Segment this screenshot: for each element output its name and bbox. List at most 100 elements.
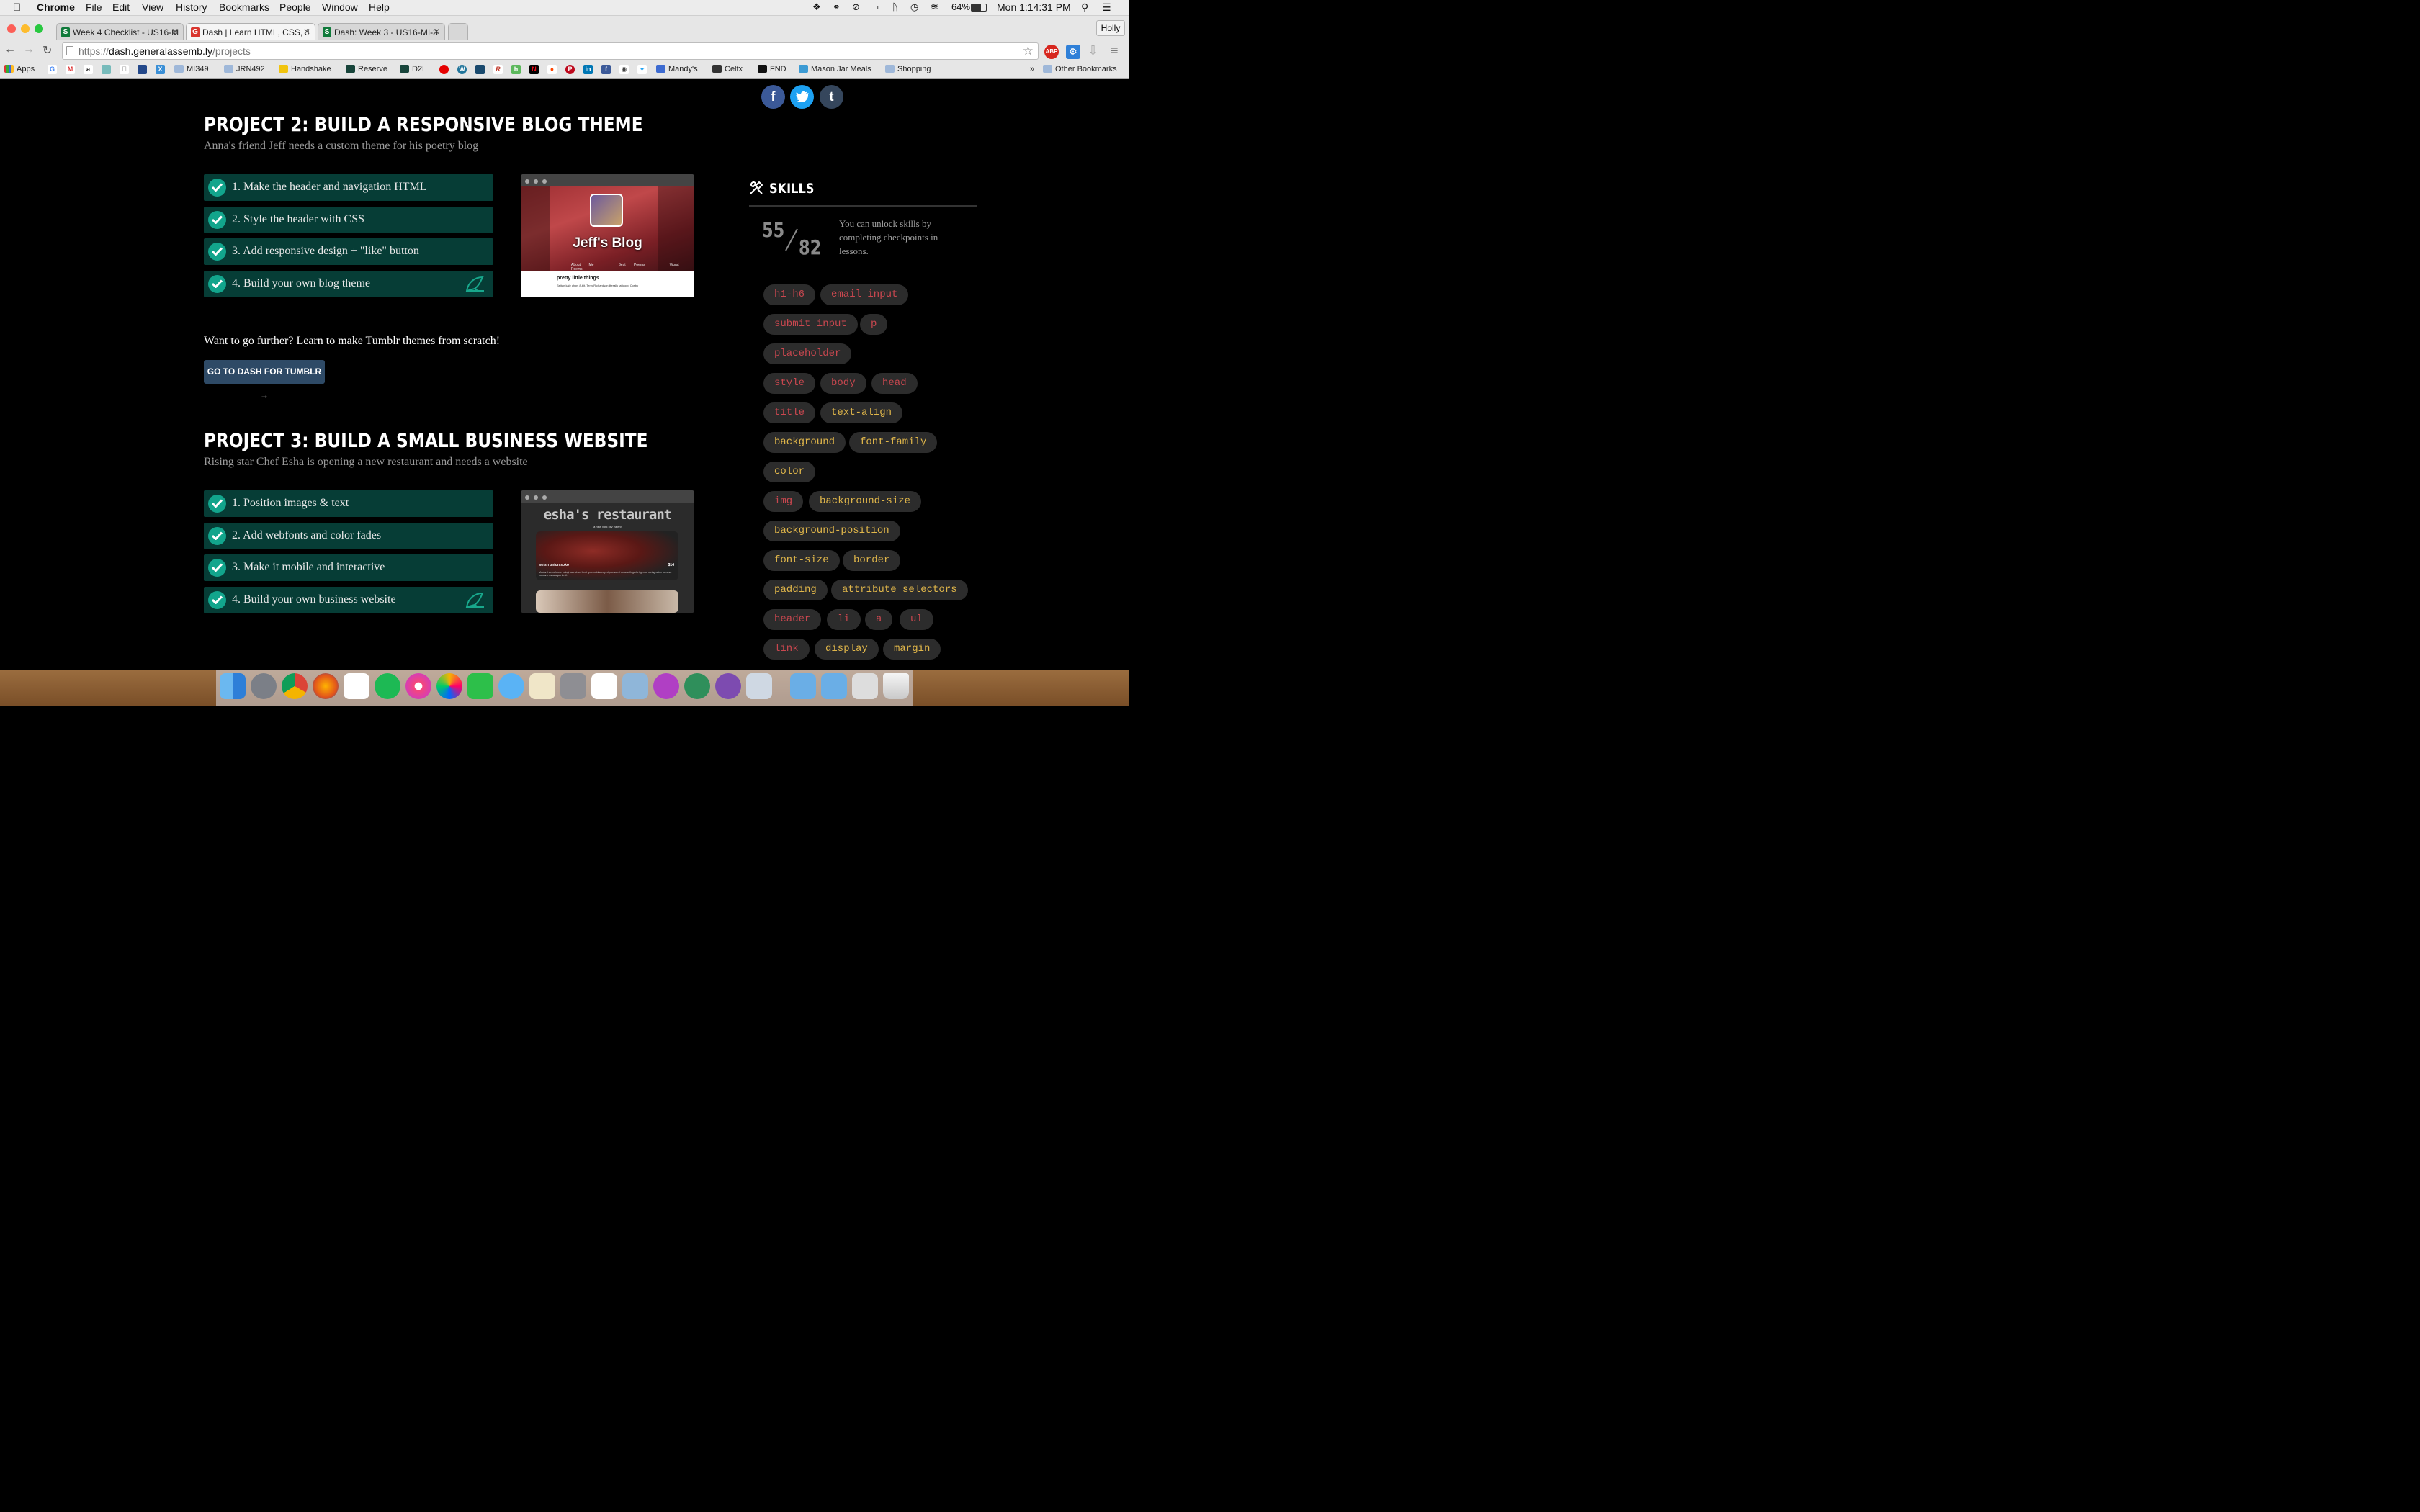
battery-icon[interactable] (971, 4, 987, 12)
wordpress-icon[interactable]: W (457, 65, 467, 74)
skill-tag[interactable]: display (815, 639, 879, 660)
skill-tag[interactable]: placeholder (763, 343, 852, 364)
bookmark-mason-jar-meals[interactable]: Mason Jar Meals (799, 65, 871, 73)
bookmark-mandys[interactable]: Mandy's (656, 65, 698, 73)
bookmark-reserve[interactable]: Reserve (346, 65, 387, 73)
skill-tag[interactable]: background (763, 432, 846, 453)
close-tab-icon[interactable]: ✕ (303, 27, 310, 37)
system-preferences-icon[interactable] (560, 673, 586, 699)
reload-icon[interactable]: ↻ (42, 43, 52, 58)
bookmarks-overflow-icon[interactable]: » (1030, 65, 1034, 73)
project3-task-1[interactable]: 1. Position images & text (204, 490, 493, 517)
time-machine-icon[interactable]: ◷ (910, 1, 918, 13)
skill-tag[interactable]: style (763, 373, 816, 394)
address-bar[interactable]: https://dash.generalassemb.ly/projects ☆ (62, 42, 1039, 60)
menu-edit[interactable]: Edit (112, 1, 130, 13)
new-tab-button[interactable] (448, 23, 468, 40)
skill-tag[interactable]: link (763, 639, 810, 660)
zoom-window-button[interactable] (35, 24, 43, 33)
tab-dash-week3[interactable]: S Dash: Week 3 - US16-MI-3 ✕ (318, 23, 445, 40)
documents-stack-icon[interactable] (852, 673, 878, 699)
creative-cloud-icon[interactable]: ⚭ (833, 1, 841, 13)
menu-view[interactable]: View (142, 1, 163, 13)
clock[interactable]: Mon 1:14:31 PM (997, 1, 1071, 13)
menu-file[interactable]: File (86, 1, 102, 13)
dropbox-icon[interactable]: ❖ (812, 1, 821, 13)
launchpad-icon[interactable] (251, 673, 277, 699)
bluetooth-icon[interactable]: ᚢ (892, 1, 898, 12)
pinterest-icon[interactable]: P (565, 65, 575, 74)
red-dot-bookmark-icon[interactable] (439, 65, 449, 74)
download-icon[interactable]: ⇩ (1088, 43, 1098, 58)
skill-tag[interactable]: font-size (763, 550, 840, 571)
r-bookmark-icon[interactable]: R (493, 65, 503, 74)
twitter-share-button[interactable] (790, 85, 814, 109)
menu-help[interactable]: Help (369, 1, 390, 13)
bookmark-folder-jrn492[interactable]: JRN492 (224, 65, 265, 73)
bookmark-other-bookmarks[interactable]: Other Bookmarks (1043, 65, 1117, 73)
project3-task-2[interactable]: 2. Add webfonts and color fades (204, 523, 493, 549)
skill-tag[interactable]: header (763, 609, 822, 630)
menu-bookmarks[interactable]: Bookmarks (219, 1, 269, 13)
skill-tag[interactable]: ul (900, 609, 933, 630)
close-tab-icon[interactable]: ✕ (171, 27, 179, 37)
firefox-icon[interactable] (313, 673, 339, 699)
project2-task-1[interactable]: 1. Make the header and navigation HTML (204, 174, 493, 201)
dnd-icon[interactable]: ⊘ (852, 1, 860, 13)
project2-preview-image[interactable]: Jeff's Blog About Me Best Poems Worst Po… (521, 174, 694, 297)
skill-tag[interactable]: color (763, 462, 816, 482)
tumblr-share-button[interactable]: t (820, 85, 843, 109)
skill-tag[interactable]: a (865, 609, 893, 630)
close-tab-icon[interactable]: ✕ (433, 27, 440, 37)
calendar-icon[interactable] (344, 673, 369, 699)
skill-tag[interactable]: h1-h6 (763, 284, 816, 305)
skill-tag[interactable]: body (820, 373, 866, 394)
atom-icon[interactable] (684, 673, 710, 699)
skill-tag[interactable]: p (860, 314, 888, 335)
skill-tag[interactable]: img (763, 491, 804, 512)
gmail-icon[interactable]: M (66, 65, 75, 74)
menu-window[interactable]: Window (322, 1, 358, 13)
skill-tag[interactable]: background-size (809, 491, 922, 512)
bookmark-apps[interactable]: Apps (4, 65, 35, 73)
minimize-window-button[interactable] (21, 24, 30, 33)
bookmark-handshake[interactable]: Handshake (279, 65, 331, 73)
bookmark-favicon-icon[interactable] (102, 65, 111, 74)
reminders-icon[interactable] (591, 673, 617, 699)
menu-people[interactable]: People (279, 1, 311, 13)
downloads-folder-icon[interactable] (821, 673, 847, 699)
back-icon[interactable]: ← (4, 43, 16, 56)
spotlight-icon[interactable]: ⚲ (1081, 1, 1088, 14)
go-to-dash-tumblr-button[interactable]: GO TO DASH FOR TUMBLR → (204, 360, 325, 400)
menu-chrome[interactable]: Chrome (37, 1, 75, 13)
menu-history[interactable]: History (176, 1, 207, 13)
h-bookmark-icon[interactable]: h (511, 65, 521, 74)
image-capture-icon[interactable] (746, 673, 772, 699)
project3-preview-image[interactable]: esha's restaurant a new york city eatery… (521, 490, 694, 613)
messages-icon[interactable] (498, 673, 524, 699)
linkedin-icon[interactable]: in (583, 65, 593, 74)
bookmark-star-icon[interactable]: ☆ (1023, 44, 1034, 58)
netflix-icon[interactable]: N (529, 65, 539, 74)
chrome-menu-icon[interactable]: ≡ (1111, 43, 1119, 58)
github-desktop-icon[interactable] (715, 673, 741, 699)
tab-dash[interactable]: G Dash | Learn HTML, CSS, J ✕ (186, 23, 315, 40)
skill-tag[interactable]: submit input (763, 314, 858, 335)
amazon-icon[interactable]: a (84, 65, 93, 74)
spotify-icon[interactable] (375, 673, 400, 699)
project2-task-3[interactable]: 3. Add responsive design + "like" button (204, 238, 493, 265)
textedit-icon[interactable] (529, 673, 555, 699)
photos-icon[interactable] (436, 673, 462, 699)
project3-task-4[interactable]: 4. Build your own business website (204, 587, 493, 613)
twitter-bookmark-icon[interactable]: ✦ (637, 65, 647, 74)
wifi-icon[interactable]: ≋ (931, 1, 938, 13)
skill-tag[interactable]: li (827, 609, 861, 630)
skill-tag[interactable]: padding (763, 580, 828, 600)
apple-icon[interactable]:  (13, 1, 21, 14)
project2-task-2[interactable]: 2. Style the header with CSS (204, 207, 493, 233)
facebook-bookmark-icon[interactable]: f (601, 65, 611, 74)
chrome-icon[interactable] (282, 673, 308, 699)
airplay-icon[interactable]: ▭ (870, 1, 879, 13)
bunny-bookmark-icon[interactable]: ◉ (619, 65, 629, 74)
skill-tag[interactable]: background-position (763, 521, 900, 541)
